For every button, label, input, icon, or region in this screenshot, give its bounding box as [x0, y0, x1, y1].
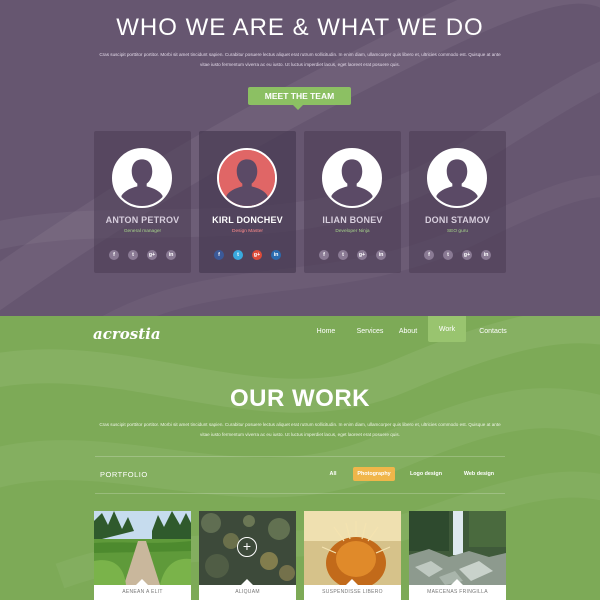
member-role: SEO guru: [446, 229, 469, 234]
facebook-icon[interactable]: f: [424, 250, 434, 260]
caption-notch: [450, 579, 464, 586]
forest-path-image: [94, 511, 191, 585]
twitter-icon[interactable]: t: [338, 250, 348, 260]
twitter-icon[interactable]: t: [128, 250, 138, 260]
member-name: KIRL DONCHEV: [212, 215, 283, 225]
team-card: DONI STAMOV SEO guru f t g+ in: [409, 131, 506, 273]
plus-icon[interactable]: +: [237, 537, 257, 557]
team-card: ILIAN BONEV Developer Ninja f t g+ in: [304, 131, 401, 273]
team-lead-text: Cras suscipit porttitor portitor. Morbi …: [99, 52, 501, 67]
person-silhouette-icon: [114, 150, 170, 206]
portfolio-item[interactable]: AENEAN A ELIT: [94, 511, 191, 600]
social-links: f t g+ in: [319, 250, 386, 260]
twitter-icon[interactable]: t: [443, 250, 453, 260]
filter-photography[interactable]: Photography: [353, 467, 395, 481]
background-swirl: [0, 0, 600, 316]
team-card: ANTON PETROV General manager f t g+ in: [94, 131, 191, 273]
member-name: ANTON PETROV: [105, 215, 180, 225]
facebook-icon[interactable]: f: [109, 250, 119, 260]
person-silhouette-icon: [324, 150, 380, 206]
background-swirl: [0, 316, 600, 589]
avatar: [322, 148, 382, 208]
linkedin-icon[interactable]: in: [166, 250, 176, 260]
person-silhouette-icon: [219, 150, 275, 206]
facebook-icon[interactable]: f: [214, 250, 224, 260]
twitter-icon[interactable]: t: [233, 250, 243, 260]
google-plus-icon[interactable]: g+: [147, 250, 157, 260]
member-role: General manager: [123, 229, 162, 234]
portfolio-item-label: SUSPENDISSE LIBERO: [322, 589, 383, 595]
caption-notch: [240, 579, 254, 586]
person-silhouette-icon: [429, 150, 485, 206]
google-plus-icon[interactable]: g+: [252, 250, 262, 260]
avatar: [217, 148, 277, 208]
nav-item-work[interactable]: Work: [428, 316, 466, 342]
caption-notch: [135, 579, 149, 586]
waterfall-rocks-image: [409, 511, 506, 585]
nav-item-about[interactable]: About: [394, 318, 422, 342]
linkedin-icon[interactable]: in: [271, 250, 281, 260]
meet-the-team-button[interactable]: MEET THE TEAM: [248, 87, 351, 110]
social-links: f t g+ in: [214, 250, 281, 260]
facebook-icon[interactable]: f: [319, 250, 329, 260]
team-title: WHO WE ARE & WHAT WE DO: [116, 14, 484, 41]
portfolio-item-label: MAECENAS FRINGILLA: [427, 589, 488, 595]
member-name: ILIAN BONEV: [322, 215, 383, 225]
linkedin-icon[interactable]: in: [376, 250, 386, 260]
cactus-closeup-image: [304, 511, 401, 585]
filter-all[interactable]: All: [323, 467, 343, 481]
portfolio-item[interactable]: MAECENAS FRINGILLA: [409, 511, 506, 600]
filter-logo-design[interactable]: Logo design: [405, 467, 447, 481]
linkedin-icon[interactable]: in: [481, 250, 491, 260]
social-links: f t g+ in: [109, 250, 176, 260]
work-section: acrostia Home Services About Work Contac…: [0, 316, 600, 600]
member-role: Developer Ninja: [335, 229, 370, 234]
divider: [95, 456, 505, 457]
filter-web-design[interactable]: Web design: [458, 467, 500, 481]
portfolio-label: PORTFOLIO: [100, 470, 148, 479]
work-lead-text: Cras suscipit porttitor portitor. Morbi …: [99, 422, 501, 437]
work-title: OUR WORK: [230, 385, 370, 412]
avatar: [427, 148, 487, 208]
team-section: WHO WE ARE & WHAT WE DO Cras suscipit po…: [0, 0, 600, 316]
member-role: Design Master: [232, 229, 263, 234]
portfolio-item[interactable]: SUSPENDISSE LIBERO: [304, 511, 401, 600]
portfolio-item-label: ALIQUAM: [235, 589, 260, 595]
site-logo[interactable]: acrostia: [93, 325, 161, 343]
avatar: [112, 148, 172, 208]
google-plus-icon[interactable]: g+: [462, 250, 472, 260]
nav-item-contacts[interactable]: Contacts: [474, 318, 512, 342]
member-name: DONI STAMOV: [424, 215, 491, 225]
nav-item-home[interactable]: Home: [309, 318, 343, 342]
portfolio-item-label: AENEAN A ELIT: [122, 589, 163, 595]
divider: [95, 493, 505, 494]
social-links: f t g+ in: [424, 250, 491, 260]
team-card-featured: KIRL DONCHEV Design Master f t g+ in: [199, 131, 296, 273]
nav-item-services[interactable]: Services: [352, 318, 388, 342]
google-plus-icon[interactable]: g+: [357, 250, 367, 260]
caption-notch: [345, 579, 359, 586]
portfolio-item[interactable]: + ALIQUAM: [199, 511, 296, 600]
